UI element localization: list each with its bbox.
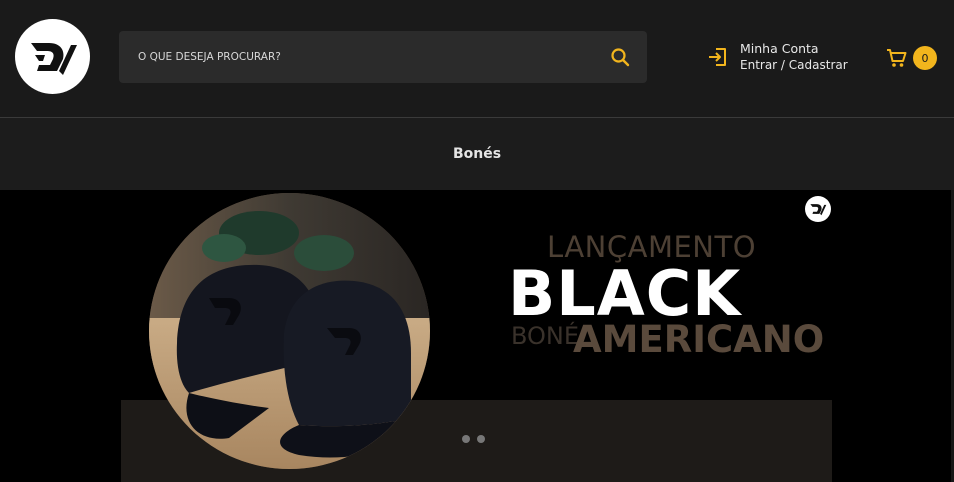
hero-banner[interactable]: LANÇAMENTO BLACK BONÉ AMERICANO (0, 190, 951, 482)
cart-count-badge: 0 (913, 46, 937, 70)
carousel-dot-1[interactable] (462, 435, 470, 443)
dv-logo-icon (30, 42, 77, 75)
nav-item-bones[interactable]: Bonés (453, 146, 501, 162)
account-link[interactable]: Minha Conta Entrar / Cadastrar (707, 39, 848, 75)
caps-photo-illustration (149, 193, 430, 469)
banner-brand-logo (805, 196, 831, 222)
cart-button[interactable]: 0 (886, 45, 940, 71)
account-login-register[interactable]: Entrar / Cadastrar (740, 57, 848, 74)
banner-bone-text: BONÉ (511, 322, 580, 350)
banner-product-photo (149, 193, 430, 469)
carousel-dot-2[interactable] (477, 435, 485, 443)
category-nav: Bonés (0, 117, 954, 190)
brand-logo[interactable] (15, 19, 90, 94)
search-input[interactable] (119, 31, 579, 83)
carousel-dots (462, 435, 485, 443)
login-icon (709, 48, 726, 66)
account-text: Minha Conta Entrar / Cadastrar (740, 41, 848, 74)
search-bar (119, 31, 647, 83)
cart-icon (887, 49, 907, 67)
search-button[interactable] (609, 46, 631, 68)
banner-american-text: AMERICANO (573, 318, 825, 361)
account-title: Minha Conta (740, 40, 819, 56)
dv-logo-icon (810, 204, 827, 216)
search-icon (611, 48, 630, 67)
site-header: Minha Conta Entrar / Cadastrar 0 (0, 0, 954, 117)
